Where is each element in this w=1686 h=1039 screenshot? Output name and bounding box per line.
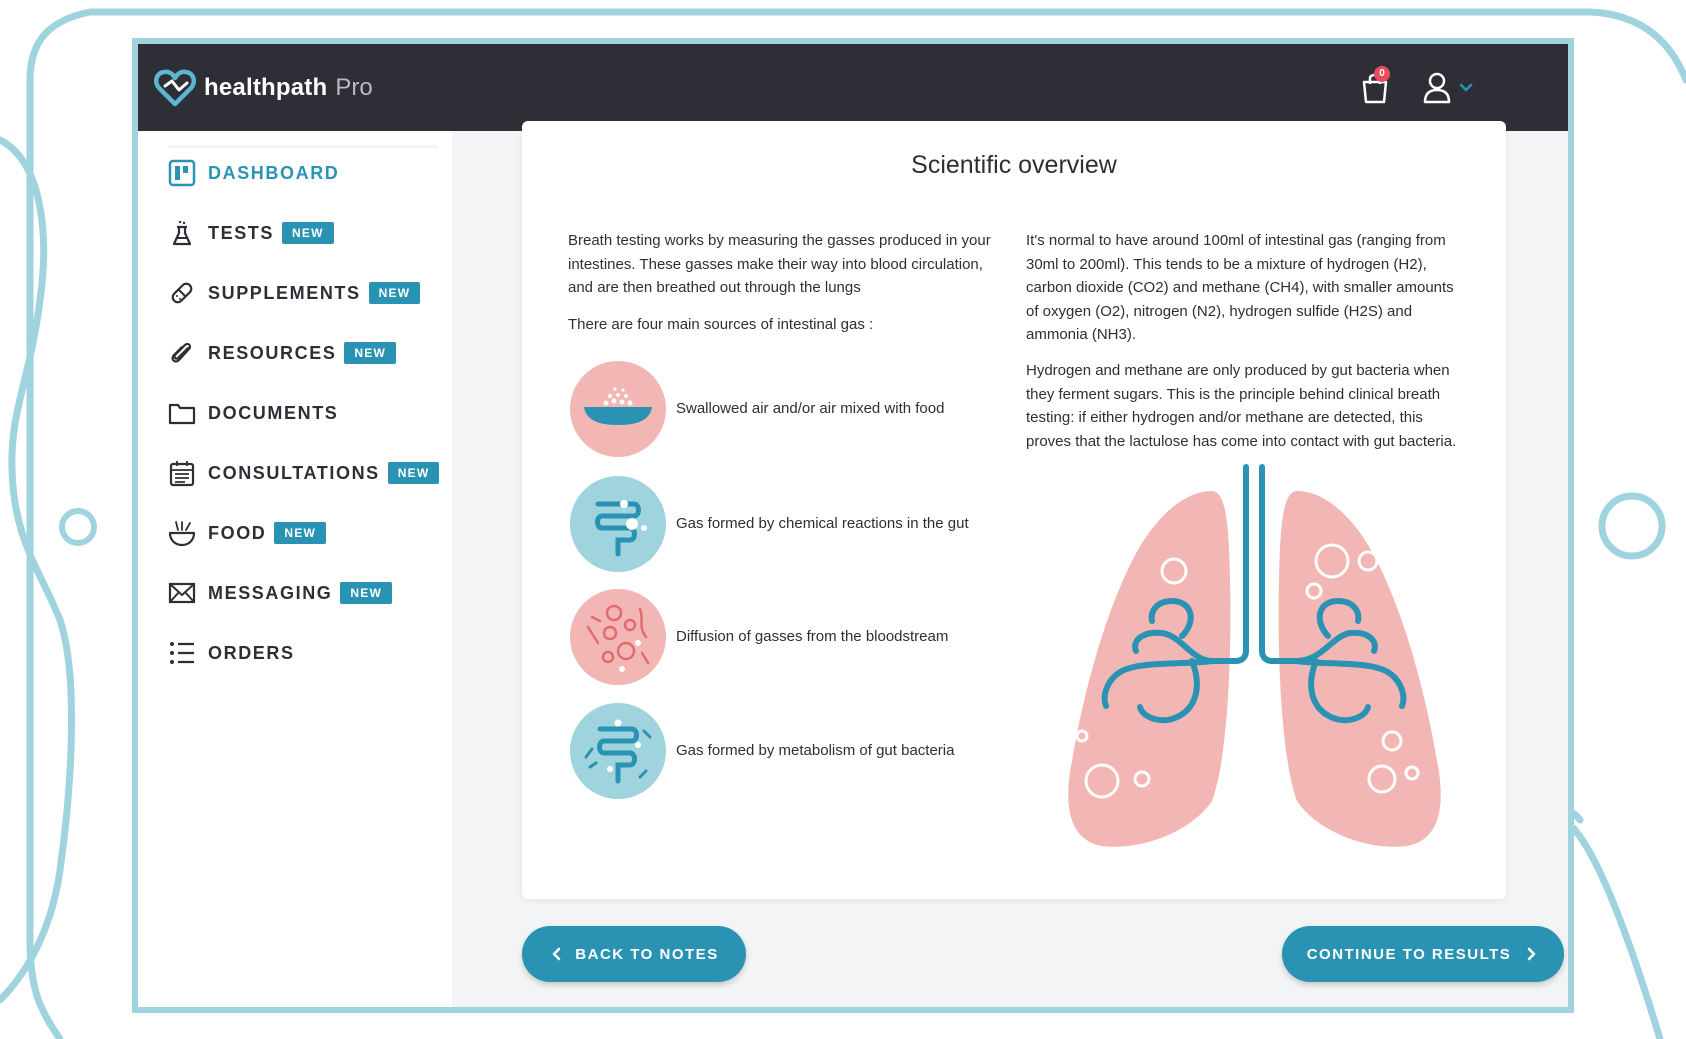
new-badge: NEW	[274, 522, 327, 544]
sidebar-item-documents[interactable]: DOCUMENTS	[168, 395, 338, 431]
gut-bacteria-icon	[570, 703, 666, 799]
sidebar-item-dashboard[interactable]: DASHBOARD	[168, 155, 339, 191]
source-text: Swallowed air and/or air mixed with food	[676, 400, 945, 418]
sidebar-item-label: ORDERS	[208, 642, 295, 663]
account-menu[interactable]	[1422, 70, 1482, 106]
new-badge: NEW	[282, 222, 334, 244]
chevron-down-icon	[1459, 83, 1473, 92]
scientific-overview-card: Scientific overview Breath testing works…	[522, 121, 1506, 899]
bloodstream-icon	[570, 589, 666, 685]
page: healthpath Pro 0 DASHBOARD TESTS NEW SUP…	[0, 0, 1686, 1039]
list-icon	[168, 639, 196, 667]
sidebar-item-label: FOOD	[208, 522, 267, 543]
sidebar-item-label: CONSULTATIONS	[208, 462, 380, 483]
source-text: Gas formed by chemical reactions in the …	[676, 515, 969, 533]
brand-logo[interactable]: healthpath Pro	[154, 68, 373, 108]
sidebar-item-label: SUPPLEMENTS	[208, 282, 361, 303]
sources-heading: There are four main sources of intestina…	[568, 316, 874, 333]
food-bowl-icon	[570, 361, 666, 457]
sidebar-item-messaging[interactable]: MESSAGING NEW	[168, 575, 393, 611]
bowl-icon	[168, 519, 196, 547]
sidebar-item-supplements[interactable]: SUPPLEMENTS NEW	[168, 275, 421, 311]
new-badge: NEW	[368, 282, 421, 304]
new-badge: NEW	[344, 342, 397, 364]
sidebar-item-label: RESOURCES	[208, 342, 337, 363]
chevron-right-icon	[1528, 947, 1536, 961]
list-item: Gas formed by metabolism of gut bacteria	[568, 701, 1008, 801]
user-icon	[1423, 72, 1451, 104]
cart-count-badge: 0	[1374, 66, 1390, 82]
page-title: Scientific overview	[911, 151, 1117, 179]
sidebar-item-label: TESTS	[208, 222, 275, 243]
list-item: Gas formed by chemical reactions in the …	[568, 474, 1008, 574]
pill-icon	[168, 279, 196, 307]
gut-reaction-icon	[570, 476, 666, 572]
hydrogen-methane-text: Hydrogen and methane are only produced b…	[1026, 362, 1457, 450]
envelope-icon	[168, 579, 196, 607]
sidebar-divider	[168, 145, 438, 148]
sidebar-item-label: DOCUMENTS	[208, 402, 339, 423]
dashboard-icon	[168, 159, 196, 187]
main-content: Scientific overview Breath testing works…	[452, 121, 1568, 1007]
sidebar-item-label: DASHBOARD	[208, 162, 340, 183]
new-badge: NEW	[387, 462, 440, 484]
sidebar-item-tests[interactable]: TESTS NEW	[168, 215, 334, 251]
top-bar: healthpath Pro 0	[138, 44, 1568, 131]
sidebar: DASHBOARD TESTS NEW SUPPLEMENTS NEW RESO…	[138, 131, 452, 1007]
sidebar-item-label: MESSAGING	[208, 582, 333, 603]
flask-icon	[168, 219, 196, 247]
lungs-illustration	[1068, 464, 1441, 847]
sidebar-item-orders[interactable]: ORDERS	[168, 635, 295, 671]
heart-logo-icon	[154, 69, 196, 107]
app-screen: healthpath Pro 0 DASHBOARD TESTS NEW SUP…	[132, 38, 1574, 1013]
source-text: Gas formed by metabolism of gut bacteria	[676, 742, 955, 760]
list-item: Swallowed air and/or air mixed with food	[568, 359, 1008, 459]
intro-text: Breath testing works by measuring the ga…	[568, 232, 991, 296]
continue-button-label: CONTINUE TO RESULTS	[1306, 945, 1512, 963]
source-text: Diffusion of gasses from the bloodstream	[676, 628, 949, 646]
brand-name: healthpath	[204, 74, 328, 101]
continue-to-results-button[interactable]: CONTINUE TO RESULTS	[1282, 926, 1564, 982]
new-badge: NEW	[340, 582, 393, 604]
folder-icon	[168, 399, 196, 427]
brand-suffix: Pro	[335, 74, 373, 101]
paperclip-icon	[168, 339, 196, 367]
sidebar-item-consultations[interactable]: CONSULTATIONS NEW	[168, 455, 440, 491]
normal-gas-text: It's normal to have around 100ml of inte…	[1026, 232, 1454, 343]
calendar-icon	[168, 459, 196, 487]
list-item: Diffusion of gasses from the bloodstream	[568, 587, 1008, 687]
sidebar-item-food[interactable]: FOOD NEW	[168, 515, 327, 551]
sidebar-item-resources[interactable]: RESOURCES NEW	[168, 335, 397, 371]
back-to-notes-button[interactable]: BACK TO NOTES	[522, 926, 746, 982]
chevron-left-icon	[552, 947, 561, 961]
back-button-label: BACK TO NOTES	[575, 945, 719, 963]
